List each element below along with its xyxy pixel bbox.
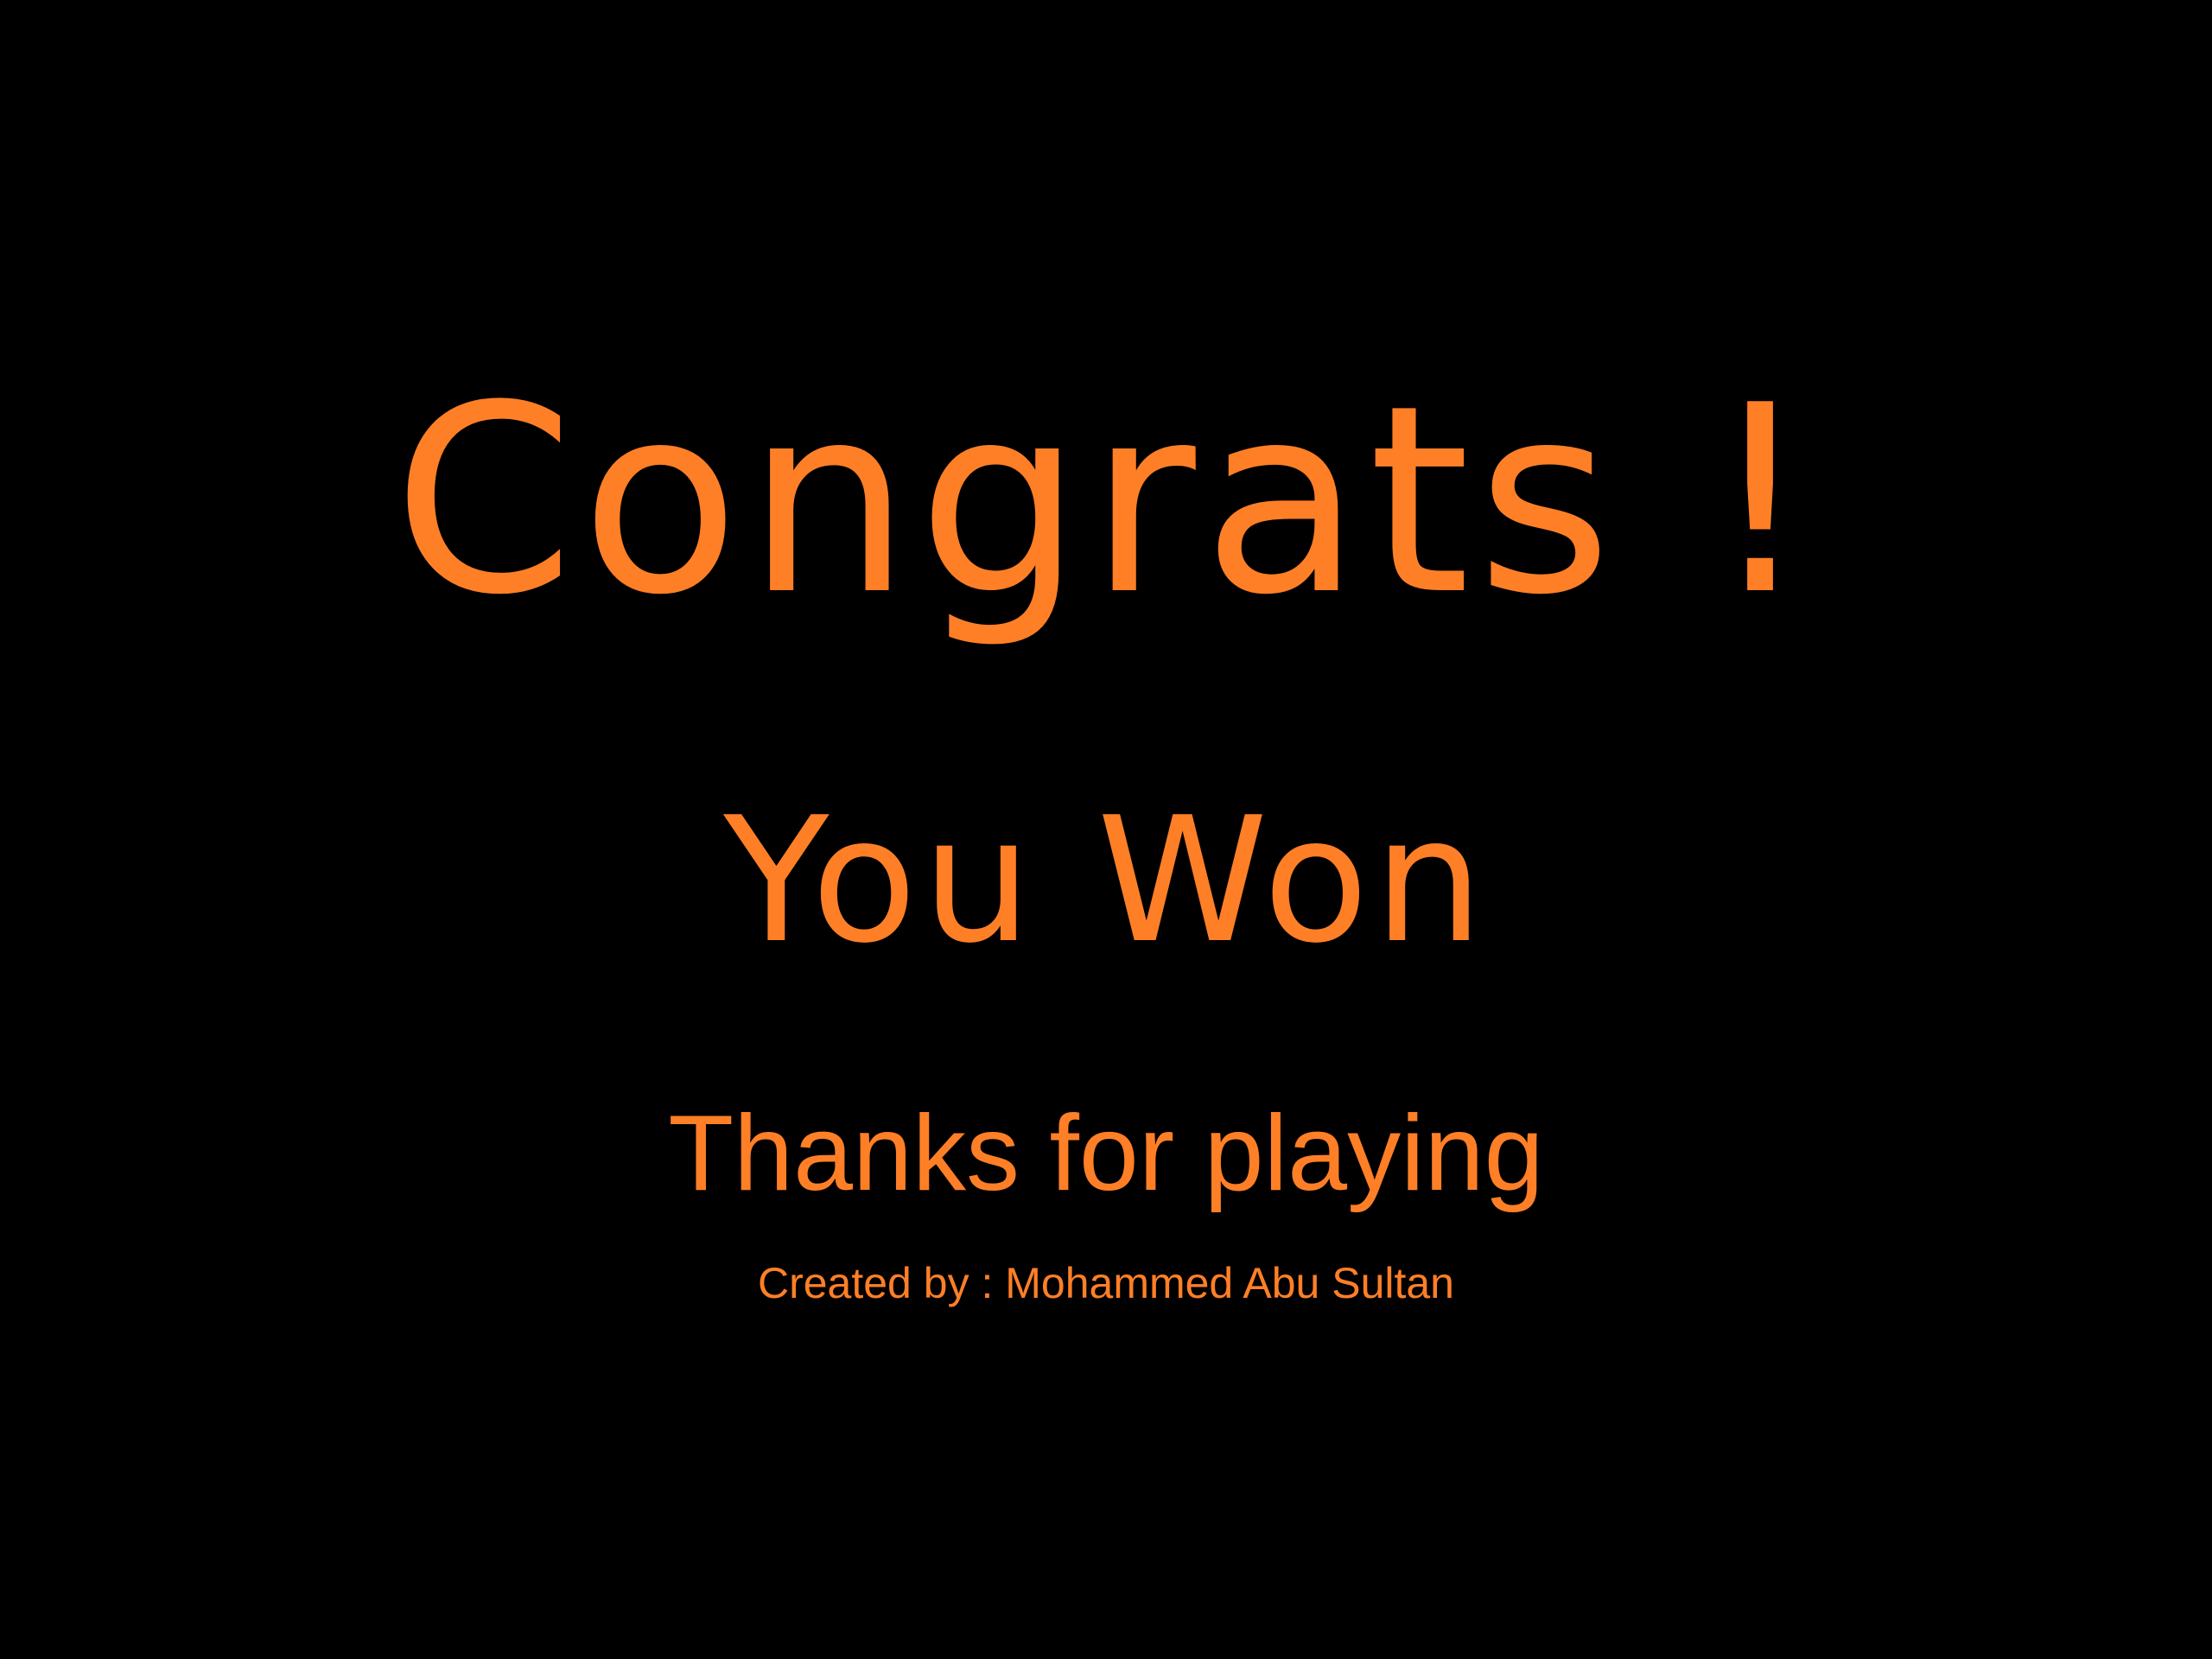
game-end-screen: Congrats ! You Won Thanks for playing Cr… [0, 0, 2212, 1659]
credits-text: Created by : Mohammed Abu Sultan [757, 1259, 1454, 1307]
congrats-headline: Congrats ! [392, 350, 1820, 652]
result-text: You Won [723, 780, 1489, 982]
thanks-message: Thanks for playing [668, 1094, 1544, 1213]
